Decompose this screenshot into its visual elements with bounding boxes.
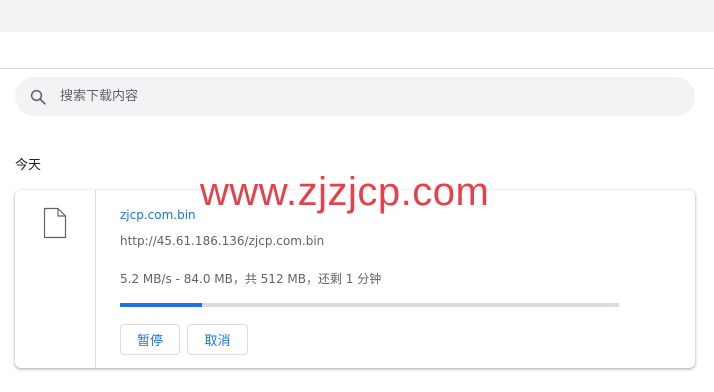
search-icon[interactable] [29,88,47,106]
download-progress-fill [120,303,202,307]
date-section-title: 今天 [15,158,42,173]
pause-button[interactable]: 暂停 [120,324,180,355]
download-progress-bar [120,303,619,307]
file-icon-column [15,190,96,368]
downloads-page: 今天 zjcp.com.bin http://45.61.186.136/zjc… [0,0,714,392]
watermark-text: www.zjzjcp.com [200,170,490,214]
download-item: zjcp.com.bin http://45.61.186.136/zjcp.c… [15,190,695,368]
cancel-button[interactable]: 取消 [187,324,248,355]
top-toolbar [0,0,714,32]
file-name-link[interactable]: zjcp.com.bin [120,208,196,222]
search-input[interactable] [60,77,680,116]
file-source-url: http://45.61.186.136/zjcp.com.bin [120,234,325,248]
header-divider [0,68,714,69]
search-bar[interactable] [15,77,695,116]
file-icon [43,207,67,239]
download-status-text: 5.2 MB/s - 84.0 MB，共 512 MB，还剩 1 分钟 [120,272,382,286]
